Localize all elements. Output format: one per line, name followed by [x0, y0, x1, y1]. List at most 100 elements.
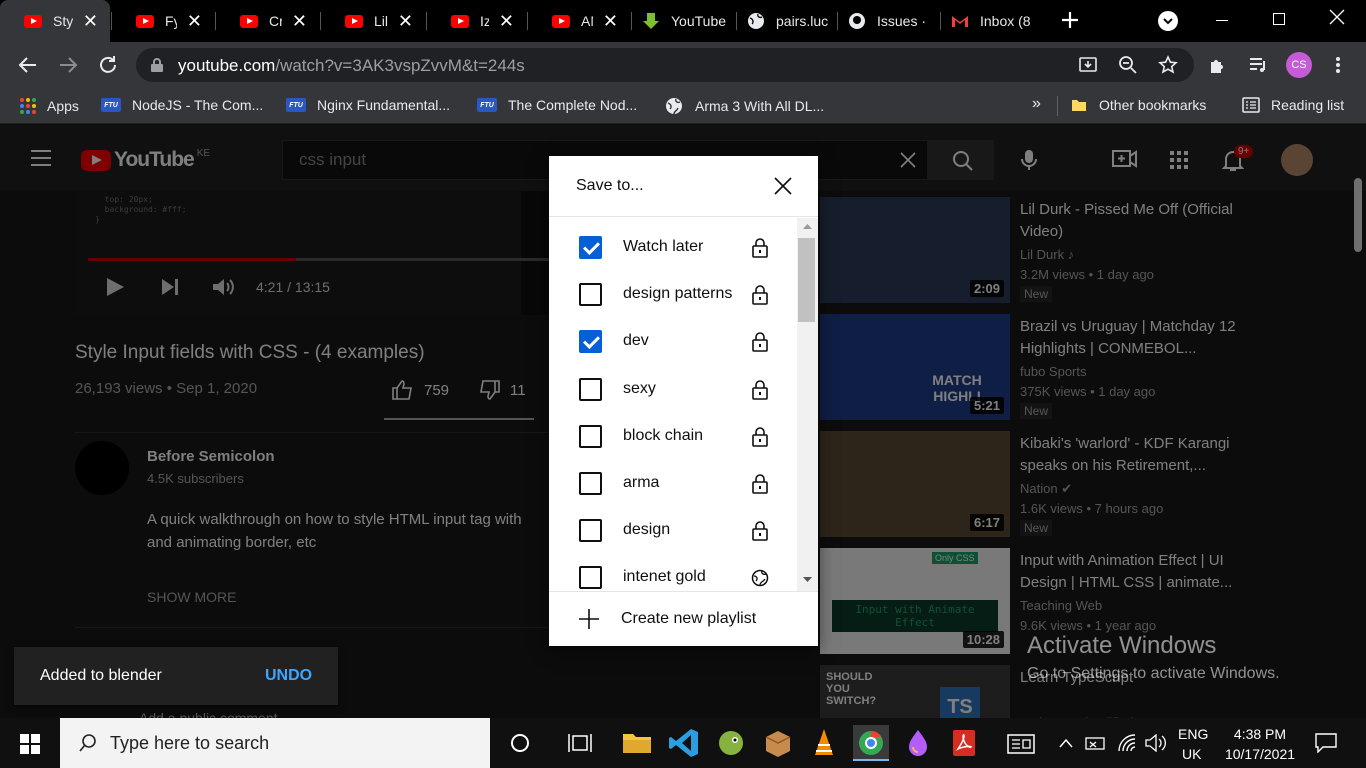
other-bookmarks-folder[interactable]: Other bookmarks — [1071, 97, 1206, 113]
taskbar-search-input[interactable]: Type here to search — [60, 718, 490, 768]
speaker-icon[interactable] — [1145, 734, 1167, 752]
playlist-item[interactable]: Watch later — [549, 224, 797, 271]
page-scrollbar[interactable] — [1354, 178, 1362, 252]
playlist-item[interactable]: block chain — [549, 413, 797, 460]
account-avatar[interactable] — [1281, 144, 1313, 176]
browser-tab[interactable]: AMINA ✕ — [528, 0, 630, 42]
next-icon[interactable] — [160, 277, 180, 297]
volume-icon[interactable] — [211, 277, 235, 297]
video-thumbnail[interactable]: Input with Animate Effect Only CSS 10:28 — [820, 548, 1010, 654]
chevron-up-icon[interactable] — [1059, 738, 1073, 748]
close-tab-icon[interactable]: ✕ — [499, 11, 514, 32]
search-button[interactable] — [928, 140, 994, 180]
create-playlist-button[interactable]: Create new playlist — [549, 591, 818, 646]
scroll-up-icon[interactable] — [803, 223, 812, 229]
close-dialog-button[interactable] — [773, 176, 793, 196]
restore-button[interactable] — [1273, 13, 1285, 25]
tab-search-button[interactable] — [1158, 11, 1178, 31]
video-thumbnail[interactable]: 6:17 — [820, 431, 1010, 537]
extensions-puzzle-icon[interactable] — [1208, 55, 1228, 75]
browser-tab[interactable]: YouTube — [632, 0, 735, 42]
play-icon[interactable] — [104, 276, 126, 298]
dialog-scroll-thumb[interactable] — [798, 238, 815, 322]
video-progress-bar[interactable] — [88, 258, 608, 261]
bookmark-nginx[interactable]: FTU Nginx Fundamental... — [286, 97, 450, 113]
sublime-merge-app[interactable] — [713, 725, 749, 761]
wifi-icon[interactable] — [1117, 733, 1139, 753]
playlist-checkbox[interactable] — [579, 283, 602, 307]
forward-button[interactable] — [57, 54, 79, 80]
minimize-button[interactable] — [1216, 20, 1228, 21]
cortana-icon[interactable] — [510, 733, 530, 753]
create-video-icon[interactable] — [1112, 148, 1138, 170]
recommended-video[interactable]: 2:09 Lil Durk - Pissed Me Off (Official V… — [820, 197, 1360, 309]
undo-button[interactable]: UNDO — [265, 667, 312, 685]
playlist-checkbox[interactable] — [579, 566, 602, 590]
playlist-item[interactable]: design — [549, 507, 797, 554]
browser-tab[interactable]: Lil D ✕ — [321, 0, 425, 42]
playlist-checkbox[interactable] — [579, 424, 602, 448]
channel-name[interactable]: fubo Sports — [1020, 364, 1087, 379]
media-queue-icon[interactable] — [1248, 55, 1268, 75]
playlist-checkbox[interactable] — [579, 377, 602, 401]
close-window-button[interactable] — [1328, 8, 1346, 31]
channel-name[interactable]: Before Semicolon — [147, 448, 275, 465]
kebab-menu-icon[interactable] — [1330, 55, 1346, 75]
channel-avatar[interactable] — [75, 441, 129, 495]
close-tab-icon[interactable]: ✕ — [83, 11, 98, 32]
close-tab-icon[interactable]: ✕ — [187, 11, 202, 32]
video-title[interactable]: Input with Animation Effect | UI Design … — [1020, 550, 1260, 594]
network-status-icon[interactable] — [1085, 734, 1107, 752]
browser-tab[interactable]: Inbox (8 — [941, 0, 1041, 42]
close-tab-icon[interactable]: ✕ — [292, 11, 307, 32]
microphone-icon[interactable] — [1021, 149, 1037, 171]
hamburger-menu-icon[interactable] — [30, 149, 52, 167]
video-thumbnail[interactable]: MATCH HIGHLI 5:21 — [820, 314, 1010, 420]
close-tab-icon[interactable]: ✕ — [398, 11, 413, 32]
paint-app[interactable] — [900, 725, 936, 761]
video-thumbnail[interactable]: 2:09 — [820, 197, 1010, 303]
vlc-app[interactable] — [806, 725, 842, 761]
bookmark-complete-node[interactable]: FTU The Complete Nod... — [477, 97, 637, 113]
bookmark-apps[interactable]: Apps — [19, 97, 79, 115]
file-explorer-app[interactable] — [619, 725, 655, 761]
apps-icon[interactable] — [1170, 151, 1188, 169]
acrobat-app[interactable] — [946, 725, 982, 761]
recommended-video[interactable]: 6:17 Kibaki's 'warlord' - KDF Karangi spe… — [820, 431, 1360, 543]
close-tab-icon[interactable]: ✕ — [603, 11, 618, 32]
like-button[interactable]: 759 — [392, 380, 449, 400]
playlist-checkbox[interactable] — [579, 472, 602, 495]
dialog-scrollbar[interactable] — [797, 218, 818, 591]
recommended-video[interactable]: MATCH HIGHLI 5:21 Brazil vs Uruguay | Matc… — [820, 314, 1360, 426]
new-tab-button[interactable] — [1058, 8, 1082, 32]
browser-tab[interactable]: Crin ✕ — [216, 0, 319, 42]
reading-list-button[interactable]: Reading list — [1242, 97, 1344, 113]
browser-tab[interactable]: Izi N ✕ — [427, 0, 526, 42]
address-bar[interactable]: youtube.com/watch?v=3AK3vspZvvM&t=244s — [136, 48, 1194, 82]
profile-avatar[interactable]: CS — [1286, 52, 1312, 78]
action-center-icon[interactable] — [1315, 733, 1337, 753]
bookmark-nodejs[interactable]: FTU NodeJS - The Com... — [101, 97, 263, 113]
system-clock[interactable]: 4:38 PM 10/17/2021 — [1222, 724, 1298, 764]
browser-tab[interactable]: Styl ✕ — [0, 0, 110, 42]
video-title[interactable]: Lil Durk - Pissed Me Off (Official Video… — [1020, 199, 1260, 243]
install-app-icon[interactable] — [1078, 55, 1098, 75]
browser-tab[interactable]: Issues · — [838, 0, 939, 42]
playlist-checkbox[interactable] — [579, 236, 602, 259]
playlist-item[interactable]: intenet gold — [549, 554, 797, 591]
video-title[interactable]: Brazil vs Uruguay | Matchday 12 Highligh… — [1020, 316, 1260, 360]
playlist-item[interactable]: design patterns — [549, 271, 797, 318]
playlist-checkbox[interactable] — [579, 519, 602, 543]
scroll-down-icon[interactable] — [803, 577, 812, 583]
video-title[interactable]: Kibaki's 'warlord' - KDF Karangi speaks … — [1020, 433, 1260, 477]
youtube-logo[interactable]: YouTube KE — [81, 148, 210, 172]
video-thumbnail[interactable]: SHOULD YOU SWITCH? TS — [820, 665, 1010, 718]
zoom-out-icon[interactable] — [1118, 55, 1138, 75]
back-button[interactable] — [17, 54, 39, 80]
start-button[interactable] — [0, 718, 60, 768]
box-app[interactable] — [760, 725, 796, 761]
bookmark-star-icon[interactable] — [1158, 55, 1178, 75]
show-more-button[interactable]: SHOW MORE — [147, 589, 236, 605]
channel-name[interactable]: Nation ✔ — [1020, 481, 1072, 497]
playlist-item[interactable]: arma — [549, 460, 797, 507]
